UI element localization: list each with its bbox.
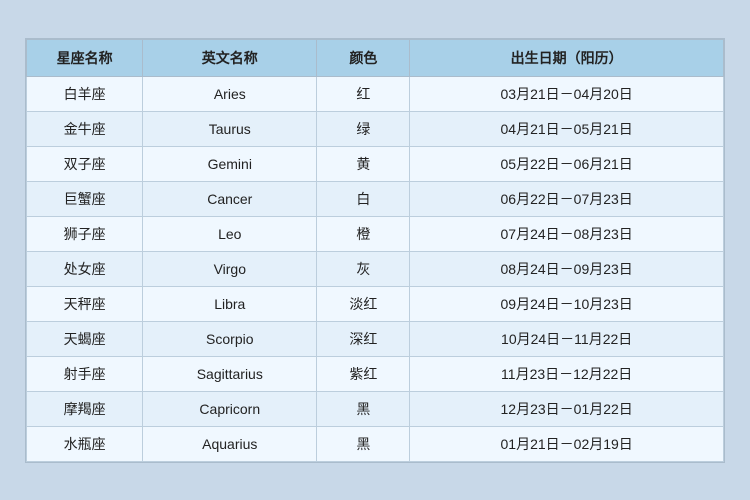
table-row: 双子座Gemini黄05月22日－06月21日 bbox=[27, 146, 724, 181]
cell-date: 05月22日－06月21日 bbox=[410, 146, 724, 181]
cell-english: Leo bbox=[143, 216, 317, 251]
cell-chinese: 天秤座 bbox=[27, 286, 143, 321]
cell-chinese: 水瓶座 bbox=[27, 426, 143, 461]
table-row: 巨蟹座Cancer白06月22日－07月23日 bbox=[27, 181, 724, 216]
cell-english: Aquarius bbox=[143, 426, 317, 461]
cell-date: 10月24日－11月22日 bbox=[410, 321, 724, 356]
cell-color: 红 bbox=[317, 76, 410, 111]
cell-color: 深红 bbox=[317, 321, 410, 356]
cell-color: 灰 bbox=[317, 251, 410, 286]
cell-date: 03月21日－04月20日 bbox=[410, 76, 724, 111]
cell-chinese: 双子座 bbox=[27, 146, 143, 181]
cell-date: 09月24日－10月23日 bbox=[410, 286, 724, 321]
cell-english: Cancer bbox=[143, 181, 317, 216]
table-row: 水瓶座Aquarius黑01月21日－02月19日 bbox=[27, 426, 724, 461]
zodiac-table-container: 星座名称 英文名称 颜色 出生日期（阳历） 白羊座Aries红03月21日－04… bbox=[25, 38, 725, 463]
cell-color: 绿 bbox=[317, 111, 410, 146]
cell-chinese: 狮子座 bbox=[27, 216, 143, 251]
cell-color: 黑 bbox=[317, 426, 410, 461]
table-row: 摩羯座Capricorn黑12月23日－01月22日 bbox=[27, 391, 724, 426]
cell-color: 白 bbox=[317, 181, 410, 216]
table-header-row: 星座名称 英文名称 颜色 出生日期（阳历） bbox=[27, 39, 724, 76]
cell-date: 01月21日－02月19日 bbox=[410, 426, 724, 461]
cell-color: 黑 bbox=[317, 391, 410, 426]
cell-date: 04月21日－05月21日 bbox=[410, 111, 724, 146]
table-row: 金牛座Taurus绿04月21日－05月21日 bbox=[27, 111, 724, 146]
cell-chinese: 白羊座 bbox=[27, 76, 143, 111]
cell-english: Sagittarius bbox=[143, 356, 317, 391]
cell-color: 淡红 bbox=[317, 286, 410, 321]
cell-color: 黄 bbox=[317, 146, 410, 181]
zodiac-table: 星座名称 英文名称 颜色 出生日期（阳历） 白羊座Aries红03月21日－04… bbox=[26, 39, 724, 462]
cell-date: 12月23日－01月22日 bbox=[410, 391, 724, 426]
table-row: 射手座Sagittarius紫红11月23日－12月22日 bbox=[27, 356, 724, 391]
cell-chinese: 摩羯座 bbox=[27, 391, 143, 426]
cell-color: 紫红 bbox=[317, 356, 410, 391]
cell-english: Virgo bbox=[143, 251, 317, 286]
cell-english: Scorpio bbox=[143, 321, 317, 356]
header-chinese: 星座名称 bbox=[27, 39, 143, 76]
cell-english: Libra bbox=[143, 286, 317, 321]
header-english: 英文名称 bbox=[143, 39, 317, 76]
cell-chinese: 天蝎座 bbox=[27, 321, 143, 356]
cell-date: 06月22日－07月23日 bbox=[410, 181, 724, 216]
cell-english: Gemini bbox=[143, 146, 317, 181]
cell-date: 08月24日－09月23日 bbox=[410, 251, 724, 286]
table-body: 白羊座Aries红03月21日－04月20日金牛座Taurus绿04月21日－0… bbox=[27, 76, 724, 461]
cell-english: Capricorn bbox=[143, 391, 317, 426]
table-row: 狮子座Leo橙07月24日－08月23日 bbox=[27, 216, 724, 251]
table-row: 处女座Virgo灰08月24日－09月23日 bbox=[27, 251, 724, 286]
cell-chinese: 金牛座 bbox=[27, 111, 143, 146]
cell-chinese: 巨蟹座 bbox=[27, 181, 143, 216]
cell-chinese: 射手座 bbox=[27, 356, 143, 391]
table-row: 天秤座Libra淡红09月24日－10月23日 bbox=[27, 286, 724, 321]
cell-english: Aries bbox=[143, 76, 317, 111]
cell-color: 橙 bbox=[317, 216, 410, 251]
header-date: 出生日期（阳历） bbox=[410, 39, 724, 76]
table-row: 天蝎座Scorpio深红10月24日－11月22日 bbox=[27, 321, 724, 356]
cell-chinese: 处女座 bbox=[27, 251, 143, 286]
cell-date: 07月24日－08月23日 bbox=[410, 216, 724, 251]
header-color: 颜色 bbox=[317, 39, 410, 76]
cell-english: Taurus bbox=[143, 111, 317, 146]
table-row: 白羊座Aries红03月21日－04月20日 bbox=[27, 76, 724, 111]
cell-date: 11月23日－12月22日 bbox=[410, 356, 724, 391]
